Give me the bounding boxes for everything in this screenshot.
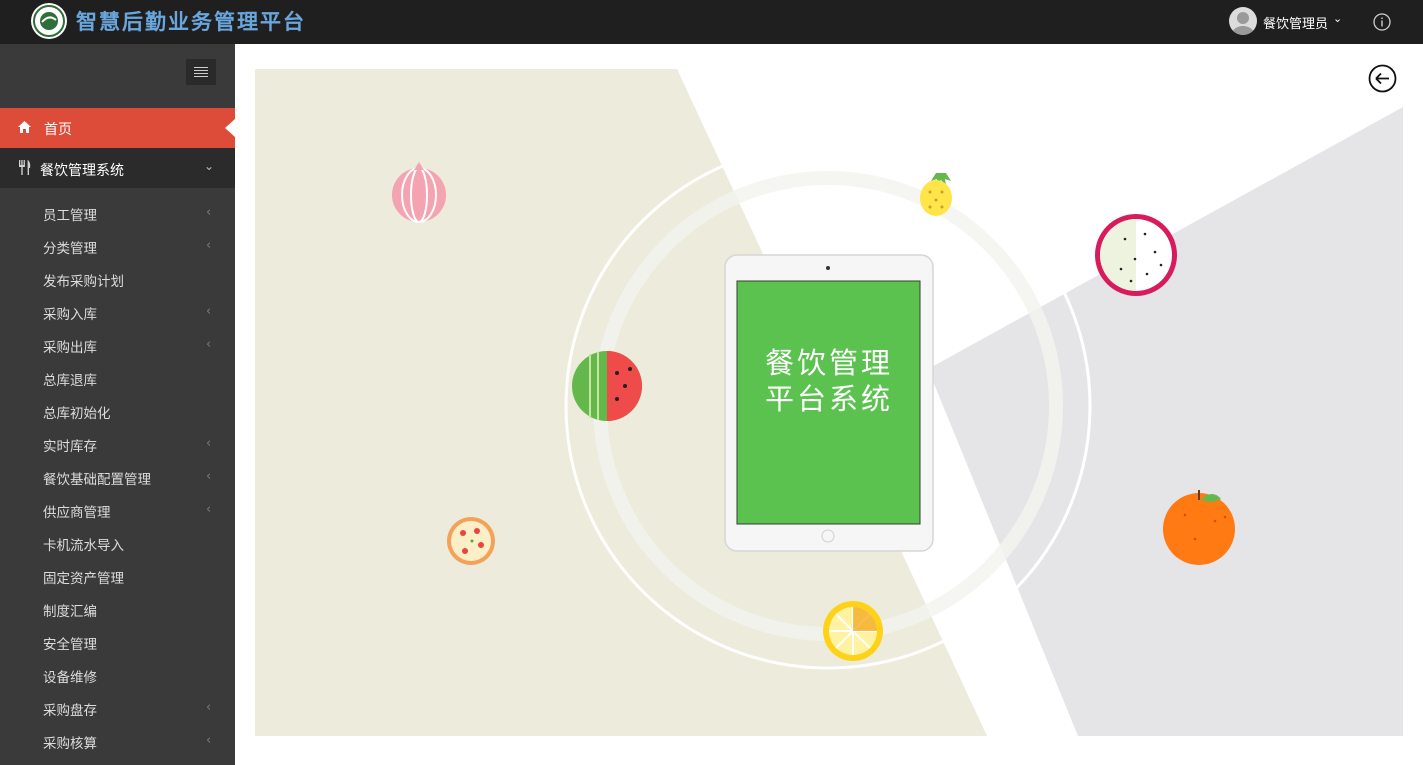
sidebar-subitem-label: 实时库存 <box>43 439 97 455</box>
sidebar-item-home[interactable]: 首页 <box>0 108 235 148</box>
user-name[interactable]: 餐饮管理员 <box>1263 13 1328 32</box>
active-indicator <box>225 119 235 137</box>
hamburger-icon[interactable] <box>186 59 216 85</box>
sidebar: 首页 餐饮管理系统 ⌄ 员工管理 ‹ 分类管理 ‹ 发布采购计划 采购入库 ‹ 采购出库 ‹ 总库… <box>0 44 235 765</box>
dragon-fruit-icon <box>1095 214 1177 296</box>
chevron-down-icon: ⌄ <box>204 159 215 173</box>
sidebar-item-label: 首页 <box>44 122 72 138</box>
sidebar-subitem-label: 员工管理 <box>43 208 97 224</box>
sidebar-subitem[interactable]: 采购盘存 ‹ <box>0 691 235 724</box>
chevron-left-icon: ‹ <box>206 502 212 517</box>
sidebar-subitem[interactable]: 采购核算 ‹ <box>0 724 235 757</box>
chevron-down-icon[interactable]: ⌄ <box>1333 12 1342 25</box>
sidebar-header <box>0 44 235 108</box>
sidebar-subitem[interactable]: 总库初始化 <box>0 394 235 427</box>
home-icon <box>18 121 31 133</box>
tablet-screen-text: 餐饮管理 平台系统 <box>738 345 920 417</box>
sidebar-subitem[interactable]: 安全管理 <box>0 625 235 658</box>
screen-line-2: 平台系统 <box>764 382 893 416</box>
pineapple-icon <box>920 173 952 216</box>
chevron-left-icon: ‹ <box>206 700 212 715</box>
sidebar-subitem-label: 采购出库 <box>43 340 97 356</box>
lemon-icon <box>823 601 883 661</box>
chevron-left-icon: ‹ <box>206 238 212 253</box>
sidebar-subitem[interactable]: 餐饮基础配置管理 ‹ <box>0 460 235 493</box>
sidebar-subitem-label: 餐饮基础配置管理 <box>43 472 151 488</box>
sidebar-subitem-label: 总库初始化 <box>43 406 111 422</box>
sidebar-subitem-label: 分类管理 <box>43 241 97 257</box>
watermelon-icon <box>572 351 642 421</box>
top-bar: 智慧后勤业务管理平台 餐饮管理员 ⌄ <box>0 0 1423 44</box>
sidebar-subitem[interactable]: 发布采购计划 <box>0 262 235 295</box>
sidebar-subitem[interactable]: 设备维修 <box>0 658 235 691</box>
sidebar-subitem[interactable]: 分类管理 ‹ <box>0 229 235 262</box>
sidebar-subitem[interactable]: 采购入库 ‹ <box>0 295 235 328</box>
sidebar-subitem[interactable]: 员工管理 ‹ <box>0 196 235 229</box>
sidebar-subitem[interactable]: 总库退库 <box>0 361 235 394</box>
sidebar-subitem-label: 安全管理 <box>43 637 97 653</box>
info-circle-icon[interactable] <box>1373 13 1391 31</box>
chevron-left-icon: ‹ <box>206 337 212 352</box>
sidebar-subitem-label: 采购盘存 <box>43 703 97 719</box>
sidebar-subitem-label: 制度汇编 <box>43 604 97 620</box>
sidebar-subitem-label: 采购核算 <box>43 736 97 752</box>
sidebar-subitem-label: 卡机流水导入 <box>43 538 124 554</box>
sidebar-subitem-label: 采购入库 <box>43 307 97 323</box>
school-emblem-icon <box>31 3 67 39</box>
sidebar-subitem-label: 发布采购计划 <box>43 274 124 290</box>
fork-knife-icon <box>19 160 31 175</box>
chevron-left-icon: ‹ <box>206 733 212 748</box>
chevron-left-icon: ‹ <box>206 205 212 220</box>
pizza-icon <box>447 517 495 565</box>
sidebar-subitem-label: 总库退库 <box>43 373 97 389</box>
chevron-left-icon: ‹ <box>206 436 212 451</box>
sidebar-subitem-label: 设备维修 <box>43 670 97 686</box>
sidebar-subitem[interactable]: 制度汇编 <box>0 592 235 625</box>
user-avatar-icon[interactable] <box>1229 7 1257 35</box>
sidebar-submenu: 员工管理 ‹ 分类管理 ‹ 发布采购计划 采购入库 ‹ 采购出库 ‹ 总库退库总库初始化实时库存 ‹… <box>0 196 235 757</box>
sidebar-subitem[interactable]: 实时库存 ‹ <box>0 427 235 460</box>
sidebar-subitem[interactable]: 供应商管理 ‹ <box>0 493 235 526</box>
chevron-left-icon: ‹ <box>206 304 212 319</box>
chevron-left-icon: ‹ <box>206 469 212 484</box>
sidebar-subitem-label: 固定资产管理 <box>43 571 124 587</box>
sidebar-subitem[interactable]: 固定资产管理 <box>0 559 235 592</box>
screen-line-1: 餐饮管理 <box>764 346 893 380</box>
sidebar-subitem[interactable]: 采购出库 ‹ <box>0 328 235 361</box>
sidebar-subitem[interactable]: 卡机流水导入 <box>0 526 235 559</box>
sidebar-group-catering[interactable]: 餐饮管理系统 ⌄ <box>0 148 235 188</box>
sidebar-group-label: 餐饮管理系统 <box>40 163 124 179</box>
sidebar-subitem-label: 供应商管理 <box>43 505 111 521</box>
arrow-left-circle-icon[interactable] <box>1368 64 1397 93</box>
app-title: 智慧后勤业务管理平台 <box>76 10 306 34</box>
